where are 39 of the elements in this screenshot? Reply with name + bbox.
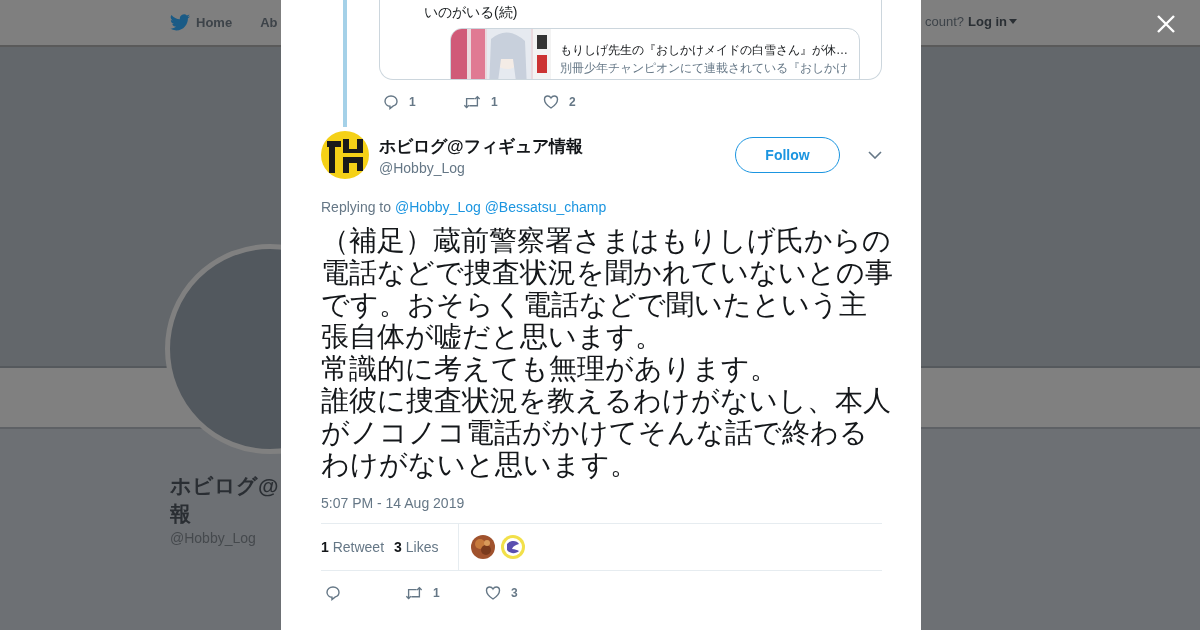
profile-name: ホビログ@ (170, 473, 279, 499)
mention-link[interactable]: @Hobby_Log (394, 199, 481, 215)
link-card-title: もりしげ先生の『おしかけメイドの白雪さん』が休… (560, 42, 848, 59)
retweet-icon[interactable] (405, 585, 423, 601)
user-avatar[interactable] (321, 131, 369, 179)
retweet-count: 1 (433, 586, 440, 600)
tweet-text: 常識的に考えても無理があります。 (321, 353, 779, 385)
account-prompt: count? (925, 14, 965, 29)
reply-count: 1 (409, 95, 416, 109)
mention-link[interactable]: @Bessatsu_champ (484, 199, 607, 215)
user-handle[interactable]: @Hobby_Log (379, 159, 725, 176)
stat-count[interactable]: 1 Retweet (321, 539, 385, 555)
quoted-tweet-card[interactable]: いのがいる(続) もりしげ先生の『おしかけメイドの白雪さん』が休… 別冊少年チャンピオンにて連載されている『おしかけ (379, 0, 882, 80)
heart-icon[interactable] (485, 585, 501, 601)
about-link[interactable]: Ab (260, 15, 278, 30)
reply-icon[interactable] (325, 585, 341, 601)
bird-icon (170, 14, 190, 31)
like-count: 3 (511, 586, 518, 600)
login-link[interactable]: Log in (968, 14, 1018, 29)
user-name[interactable]: ホビログ@フィギュア情報 (379, 134, 725, 158)
tweet-text: 誰彼に捜査状況を教えるわけがないし、本人がノコノコ電話がかけてそんな話で終わるわけがないと思います。 (321, 385, 892, 481)
link-card[interactable]: もりしげ先生の『おしかけメイドの白雪さん』が休… 別冊少年チャンピオンにて連載されている『おしかけ (450, 28, 860, 79)
tweet-timestamp: 5:07 PM - 14 Aug 2019 (321, 495, 466, 511)
retweet-icon[interactable] (463, 94, 481, 110)
quoted-tweet-text: いのがいる(続) (424, 4, 519, 20)
like-count: 2 (569, 95, 576, 109)
reply-icon[interactable] (383, 94, 399, 110)
tweet-text: （補足）蔵前警察署さまはもりしげ氏からの電話などで捜査状況を聞かれていないとの事です。おそらく電話などで聞いたという主張自体が嘘だと思います。 (321, 225, 893, 353)
retweet-count: 1 (491, 95, 498, 109)
close-icon[interactable] (1156, 14, 1176, 34)
home-link[interactable]: Home (170, 14, 233, 31)
caret-icon (1009, 19, 1018, 24)
link-card-description: 別冊少年チャンピオンにて連載されている『おしかけ (560, 60, 848, 77)
stat-count[interactable]: 3 Likes (394, 539, 439, 555)
heart-icon[interactable] (543, 94, 559, 110)
profile-name: 報 (170, 501, 192, 527)
follow-button[interactable]: Follow (735, 137, 840, 173)
replying-to-text: Replying to @Hobby_Log @Bessatsu_champ (321, 199, 608, 215)
chevron-icon[interactable] (868, 151, 882, 159)
